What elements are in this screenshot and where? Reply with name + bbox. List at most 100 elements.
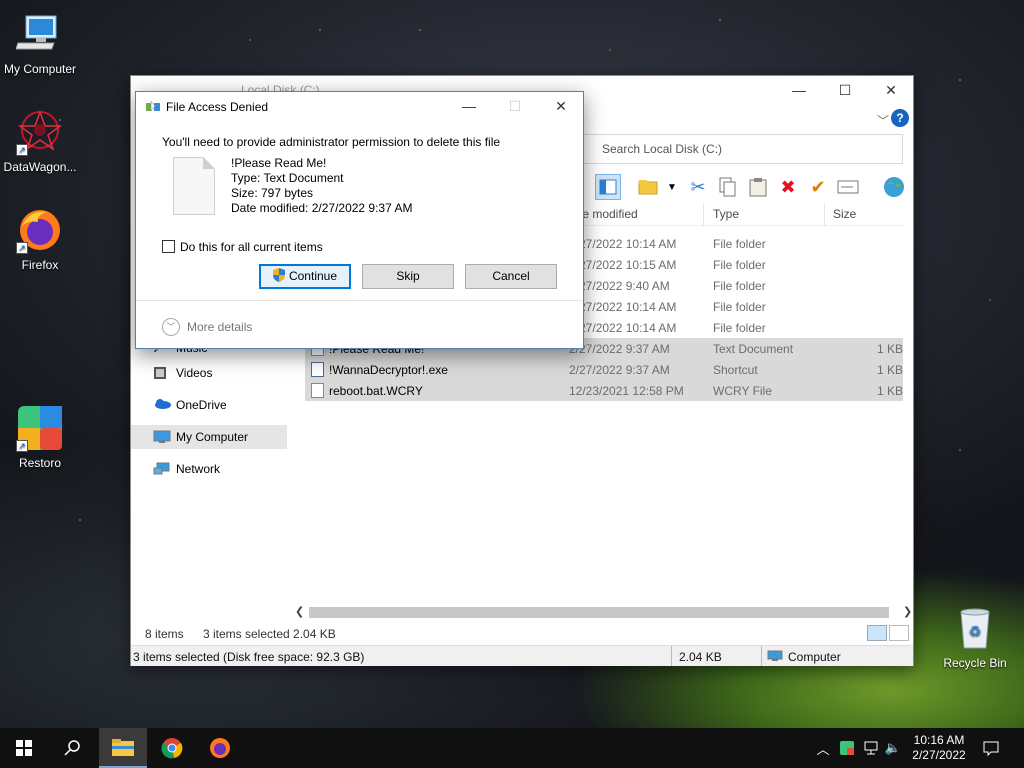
- start-button[interactable]: [0, 728, 48, 768]
- column-size[interactable]: Size: [833, 207, 856, 221]
- close-button[interactable]: ✕: [538, 92, 584, 120]
- rename-icon[interactable]: [835, 174, 861, 200]
- details-view-button[interactable]: [867, 625, 887, 641]
- column-headers: te modified Type Size: [571, 204, 905, 226]
- maximize-button[interactable]: ☐: [822, 76, 868, 104]
- globe-icon[interactable]: [881, 174, 907, 200]
- column-date-modified[interactable]: te modified: [579, 207, 638, 221]
- apply-to-all-checkbox[interactable]: [162, 240, 175, 253]
- desktop-icon-recycle-bin[interactable]: ♻ Recycle Bin: [935, 604, 1015, 670]
- scrollbar-thumb[interactable]: [309, 607, 889, 618]
- taskbar-chrome[interactable]: [148, 728, 196, 768]
- selection-summary: 3 items selected (Disk free space: 92.3 …: [133, 650, 365, 664]
- firefox-icon: [210, 738, 230, 758]
- dialog-titlebar[interactable]: File Access Denied — ☐ ✕: [136, 92, 583, 122]
- new-folder-icon[interactable]: [635, 174, 661, 200]
- row-date: 2/27/2022 10:14 AM: [569, 237, 677, 251]
- dropdown-arrow-icon[interactable]: ▼: [659, 174, 685, 200]
- skip-button[interactable]: Skip: [362, 264, 454, 289]
- more-details-link[interactable]: More details: [187, 320, 252, 334]
- computer-icon: [15, 10, 64, 58]
- videos-icon: [153, 366, 169, 380]
- copy-icon[interactable]: [715, 174, 741, 200]
- chevron-down-icon[interactable]: ﹀: [877, 112, 889, 129]
- scroll-left-icon[interactable]: ❮: [295, 605, 304, 618]
- row-name: !WannaDecryptor!.exe: [329, 363, 448, 377]
- taskbar-firefox[interactable]: [196, 728, 244, 768]
- bottom-status-bar: 3 items selected (Disk free space: 92.3 …: [131, 645, 913, 666]
- desktop-icon-restoro[interactable]: ↗ Restoro: [0, 404, 80, 470]
- horizontal-scrollbar[interactable]: ❮ ❯: [291, 604, 915, 621]
- cancel-button[interactable]: Cancel: [465, 264, 557, 289]
- nav-label: My Computer: [176, 430, 249, 444]
- help-icon[interactable]: ?: [891, 109, 909, 127]
- shortcut-arrow-icon: ↗: [16, 242, 28, 254]
- cut-icon[interactable]: ✂: [685, 174, 711, 200]
- minimize-button[interactable]: —: [446, 92, 492, 120]
- continue-button[interactable]: Continue: [259, 264, 351, 289]
- large-icons-view-button[interactable]: [889, 625, 909, 641]
- search-button[interactable]: [48, 728, 96, 768]
- paste-icon[interactable]: [745, 174, 771, 200]
- delete-icon[interactable]: ✖: [775, 174, 801, 200]
- row-date: 2/27/2022 10:14 AM: [569, 321, 677, 335]
- desktop-icon-my-computer[interactable]: My Computer: [0, 10, 80, 76]
- nav-item-onedrive[interactable]: OneDrive: [131, 393, 287, 417]
- network-icon[interactable]: [862, 728, 880, 768]
- table-row[interactable]: !WannaDecryptor!.exe 2/27/2022 9:37 AM S…: [305, 359, 903, 380]
- clock[interactable]: 10:16 AM 2/27/2022: [898, 733, 980, 763]
- desktop-icon-label: Restoro: [18, 456, 62, 470]
- chevron-down-icon[interactable]: ﹀: [162, 318, 180, 336]
- row-date: 12/23/2021 12:58 PM: [569, 384, 684, 398]
- desktop-icon-label: Recycle Bin: [943, 656, 1007, 670]
- search-input[interactable]: Search Local Disk (C:): [581, 134, 903, 164]
- cloud-icon: [153, 398, 171, 412]
- shortcut-arrow-icon: ↗: [16, 144, 28, 156]
- dialog-footer: ﹀ More details: [136, 300, 583, 348]
- preview-pane-button[interactable]: [595, 174, 621, 200]
- recycle-bin-icon: ♻: [951, 604, 999, 652]
- file-modified: Date modified: 2/27/2022 9:37 AM: [231, 201, 413, 215]
- minimize-button[interactable]: —: [776, 76, 822, 104]
- row-type: File folder: [713, 321, 766, 335]
- chrome-icon: [161, 738, 183, 759]
- nav-item-videos[interactable]: Videos: [131, 361, 287, 385]
- search-icon: [64, 740, 80, 756]
- desktop-icon-label: DataWagon...: [3, 160, 77, 174]
- checkmark-icon[interactable]: ✔: [805, 174, 831, 200]
- location-label: Computer: [788, 650, 841, 664]
- column-type[interactable]: Type: [713, 207, 739, 221]
- desktop-icon-datawagon[interactable]: ↗ DataWagon...: [0, 108, 80, 174]
- row-type: File folder: [713, 279, 766, 293]
- nav-label: Videos: [176, 366, 213, 380]
- continue-label: Continue: [288, 269, 338, 283]
- file-access-denied-dialog[interactable]: File Access Denied — ☐ ✕ You'll need to …: [135, 91, 584, 349]
- row-date: 2/27/2022 9:40 AM: [569, 279, 670, 293]
- notifications-icon[interactable]: [980, 728, 1002, 768]
- taskbar-file-explorer[interactable]: [99, 728, 147, 768]
- selection-size: 2.04 KB: [679, 650, 722, 664]
- taskbar: ︿ 🔈 10:16 AM 2/27/2022: [0, 728, 1024, 768]
- nav-item-network[interactable]: Network: [131, 457, 287, 481]
- row-type: File folder: [713, 258, 766, 272]
- apply-to-all-label[interactable]: Do this for all current items: [180, 240, 323, 254]
- table-row[interactable]: reboot.bat.WCRY 12/23/2021 12:58 PM WCRY…: [305, 380, 903, 401]
- text-document-icon: [173, 157, 215, 215]
- toolbar: ▼ ✂ ✖ ✔: [591, 170, 915, 204]
- row-type: WCRY File: [713, 384, 772, 398]
- desktop-icon-label: My Computer: [3, 62, 77, 76]
- desktop-icon-firefox[interactable]: ↗ Firefox: [0, 206, 80, 272]
- chevron-up-icon[interactable]: ︿: [814, 728, 832, 768]
- nav-item-my-computer[interactable]: My Computer: [131, 425, 287, 449]
- restoro-tray-icon[interactable]: [838, 728, 856, 768]
- row-date: 2/27/2022 9:37 AM: [569, 342, 670, 356]
- computer-icon: [767, 650, 783, 662]
- row-type: Text Document: [713, 342, 794, 356]
- status-divider: [761, 646, 762, 666]
- scroll-right-icon[interactable]: ❯: [903, 605, 912, 618]
- row-date: 2/27/2022 9:37 AM: [569, 363, 670, 377]
- column-separator: [703, 204, 704, 226]
- desktop-icon-label: Firefox: [21, 258, 59, 272]
- restoro-icon: ↗: [16, 404, 64, 452]
- close-button[interactable]: ✕: [868, 76, 914, 104]
